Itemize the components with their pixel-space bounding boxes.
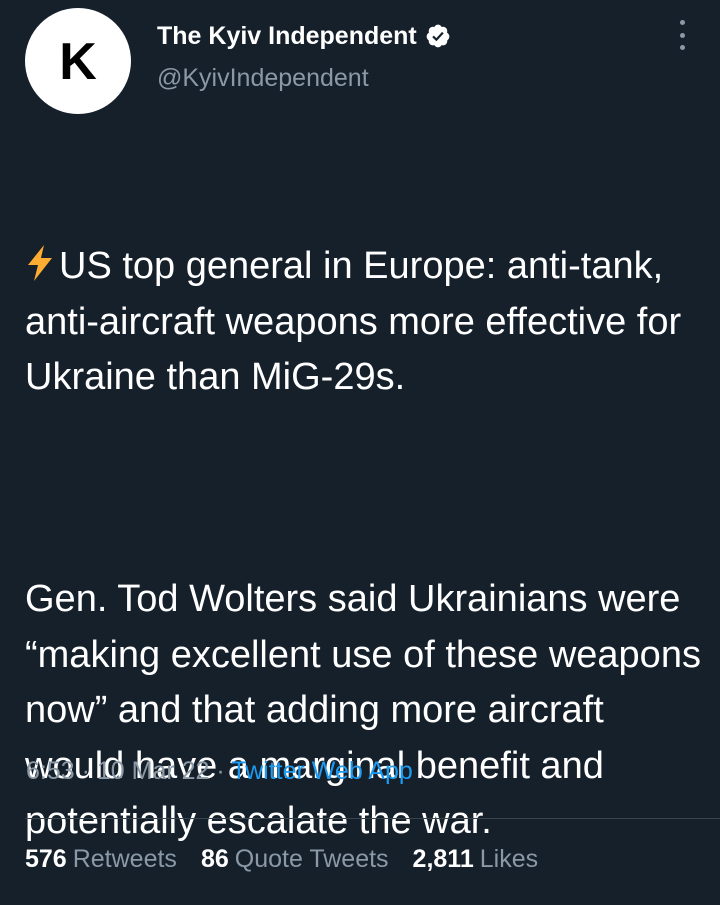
retweets-stat[interactable]: 576 Retweets — [25, 845, 177, 874]
tweet-header: K The Kyiv Independent @KyivIndependent — [0, 0, 720, 120]
verified-badge-icon — [426, 24, 450, 48]
likes-count: 2,811 — [412, 845, 474, 873]
likes-label: Likes — [479, 845, 539, 873]
tweet-paragraph-1: US top general in Europe: anti-tank, ant… — [25, 239, 705, 406]
quotes-label: Quote Tweets — [234, 845, 389, 873]
meta-separator: · — [209, 757, 232, 785]
quotes-count: 86 — [200, 845, 229, 873]
retweets-count: 576 — [25, 845, 67, 873]
avatar[interactable]: K — [25, 8, 131, 114]
tweet-paragraph-1-text: US top general in Europe: anti-tank, ant… — [25, 245, 692, 398]
name-row: The Kyiv Independent — [157, 19, 451, 53]
tweet-paragraph-2: Gen. Tod Wolters said Ukrainians were “m… — [25, 578, 712, 842]
tweet-stats: 576 Retweets 86 Quote Tweets 2,811 Likes — [25, 845, 562, 874]
tweet-meta: 6:53 · 10 Mar 22 · Twitter Web App — [26, 757, 413, 786]
tweet-body: US top general in Europe: anti-tank, ant… — [25, 128, 705, 905]
tweet-time[interactable]: 6:53 — [26, 757, 75, 785]
more-dot — [679, 32, 685, 38]
high-voltage-icon — [28, 245, 52, 281]
retweets-label: Retweets — [72, 845, 177, 873]
avatar-letter: K — [59, 33, 97, 91]
divider — [25, 818, 720, 819]
likes-stat[interactable]: 2,811 Likes — [413, 845, 539, 874]
more-dot — [679, 45, 685, 50]
more-dot — [679, 20, 685, 25]
handle[interactable]: @KyivIndependent — [157, 64, 369, 93]
tweet-source-link[interactable]: Twitter Web App — [231, 757, 413, 785]
display-name[interactable]: The Kyiv Independent — [157, 22, 417, 51]
more-options-icon[interactable] — [672, 20, 692, 50]
tweet-date[interactable]: 10 Mar 22 — [97, 757, 210, 785]
quote-tweets-stat[interactable]: 86 Quote Tweets — [201, 845, 389, 874]
meta-separator: · — [74, 757, 97, 785]
